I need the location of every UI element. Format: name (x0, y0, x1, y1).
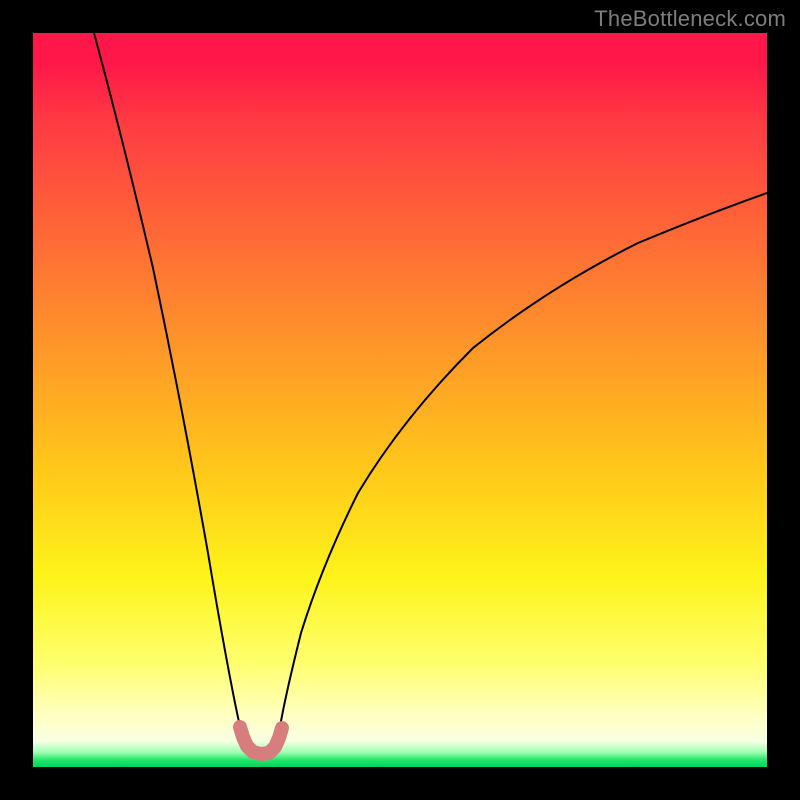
bottleneck-curve (33, 33, 767, 767)
curve-right-branch (280, 193, 767, 727)
plot-area (33, 33, 767, 767)
watermark-text: TheBottleneck.com (594, 6, 786, 32)
chart-frame: TheBottleneck.com (0, 0, 800, 800)
curve-left-branch (94, 33, 240, 727)
valley-marker (240, 727, 282, 754)
